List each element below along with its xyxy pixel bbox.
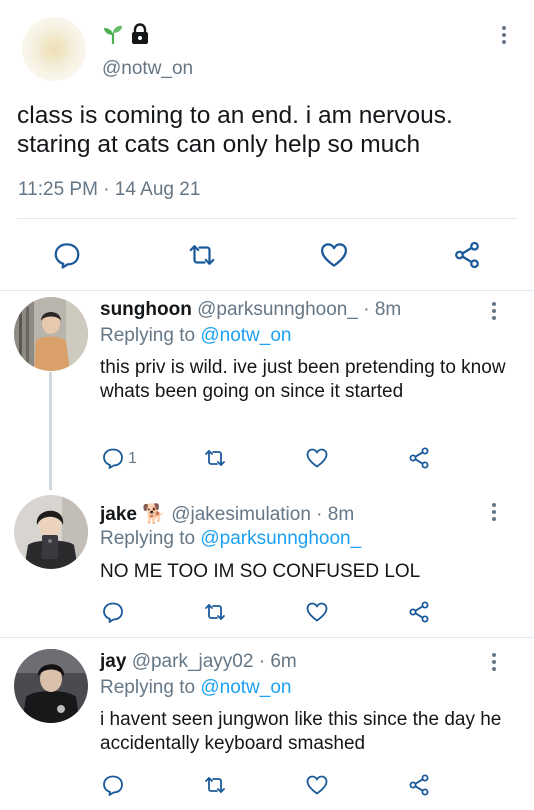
like-icon[interactable] — [304, 599, 330, 625]
more-options-icon[interactable] — [484, 649, 504, 675]
like-icon[interactable] — [304, 445, 330, 471]
retweet-icon[interactable] — [202, 772, 228, 798]
reply-text: this priv is wild. ive just been pretend… — [100, 357, 506, 402]
display-name[interactable]: jake — [100, 504, 137, 525]
share-icon[interactable] — [452, 240, 482, 270]
retweet-icon[interactable] — [187, 240, 217, 270]
retweet-icon[interactable] — [202, 445, 228, 471]
like-icon[interactable] — [304, 772, 330, 798]
reply-icon[interactable] — [100, 445, 126, 471]
avatar[interactable] — [14, 649, 88, 723]
display-name[interactable]: jay — [100, 651, 126, 672]
tweet-text: class is coming to an end. i am nervous.… — [17, 102, 453, 158]
lock-icon — [130, 22, 150, 50]
replying-label: Replying to — [100, 325, 196, 346]
reply-count: 1 — [128, 450, 137, 467]
display-name[interactable]: sunghoon — [100, 299, 192, 320]
main-handle[interactable]: @notw_on — [102, 58, 193, 80]
mention-link[interactable]: @parksunnghoon_ — [200, 528, 361, 549]
share-icon[interactable] — [406, 445, 432, 471]
replying-to: Replying to @notw_on — [100, 325, 291, 347]
avatar[interactable] — [14, 495, 88, 569]
avatar[interactable] — [22, 17, 86, 81]
reply-tweet: jake 🐕 @jakesimulation · 8m Replying to … — [0, 490, 534, 636]
display-name — [102, 22, 150, 50]
avatar[interactable] — [14, 297, 88, 371]
more-options-icon[interactable] — [484, 499, 504, 525]
mention-link[interactable]: @notw_on — [200, 325, 291, 346]
reply-header: jake 🐕 @jakesimulation · 8m — [100, 502, 354, 526]
reply-icon[interactable] — [100, 772, 126, 798]
handle-time[interactable]: @jakesimulation · 8m — [171, 504, 354, 525]
reply-icon[interactable] — [52, 240, 82, 270]
retweet-icon[interactable] — [202, 599, 228, 625]
mention-link[interactable]: @notw_on — [200, 677, 291, 698]
handle-time[interactable]: @parksunnghoon_ · 8m — [197, 299, 401, 320]
reply-text: NO ME TOO IM SO CONFUSED LOL — [100, 561, 421, 582]
reply-tweet: jay @park_jayy02 · 6m Replying to @notw_… — [0, 638, 534, 810]
replying-to: Replying to @notw_on — [100, 677, 291, 699]
reply-header: sunghoon @parksunnghoon_ · 8m — [100, 299, 401, 321]
reply-text: i havent seen jungwon like this since th… — [100, 709, 502, 754]
seedling-icon — [102, 23, 124, 50]
share-icon[interactable] — [406, 772, 432, 798]
more-options-icon[interactable] — [494, 22, 514, 48]
more-options-icon[interactable] — [484, 298, 504, 324]
reply-header: jay @park_jayy02 · 6m — [100, 651, 297, 673]
handle-time[interactable]: @park_jayy02 · 6m — [132, 651, 297, 672]
share-icon[interactable] — [406, 599, 432, 625]
divider — [17, 218, 517, 219]
reply-icon[interactable] — [100, 599, 126, 625]
replying-label: Replying to — [100, 677, 196, 698]
main-tweet: @notw_on class is coming to an end. i am… — [0, 0, 534, 290]
reply-tweet: sunghoon @parksunnghoon_ · 8m Replying t… — [0, 290, 534, 485]
tweet-timestamp[interactable]: 11:25 PM · 14 Aug 21 — [18, 179, 200, 201]
replying-label: Replying to — [100, 528, 196, 549]
replying-to: Replying to @parksunnghoon_ — [100, 528, 361, 550]
dog-emoji-icon: 🐕 — [142, 504, 166, 525]
like-icon[interactable] — [319, 240, 349, 270]
